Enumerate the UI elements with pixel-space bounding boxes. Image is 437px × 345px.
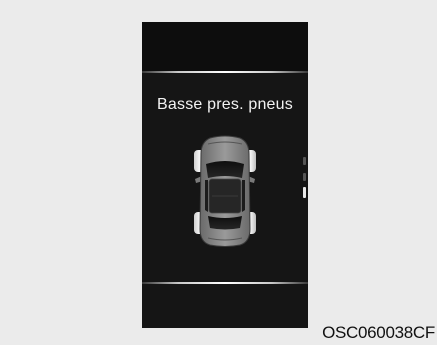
bottom-divider <box>142 282 308 284</box>
figure-code: OSC060038CF <box>322 323 435 342</box>
page-indicator-dot <box>303 157 306 165</box>
cluster-display: Basse pres. pneus <box>142 22 308 328</box>
page-indicator-dot-active <box>303 187 306 198</box>
page-indicator <box>303 157 306 199</box>
page-indicator-dot <box>303 173 306 181</box>
top-divider <box>142 71 308 73</box>
warning-message: Basse pres. pneus <box>157 96 293 113</box>
car-top-view-icon <box>194 135 256 247</box>
